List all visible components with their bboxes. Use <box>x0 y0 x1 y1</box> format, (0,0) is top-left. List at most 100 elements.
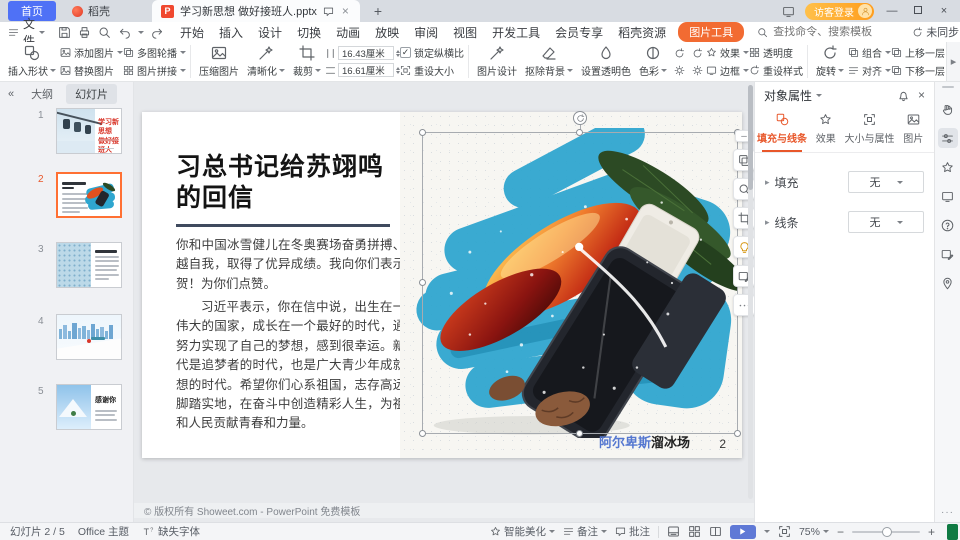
menu-slideshow[interactable]: 放映 <box>372 24 402 41</box>
slideshow-play-button[interactable] <box>730 525 756 539</box>
slide-thumbnail-1[interactable]: 学习新思想 做好接班人 <box>56 108 122 154</box>
resize-handle-bottom-right[interactable] <box>734 430 741 437</box>
command-search[interactable] <box>757 26 903 38</box>
rotate-button[interactable]: 旋转 <box>812 44 848 79</box>
new-tab-button[interactable]: + <box>374 3 382 19</box>
menu-view[interactable]: 视图 <box>450 24 480 41</box>
strip-drag-handle[interactable] <box>942 86 954 88</box>
resize-handle-bottom[interactable] <box>576 430 583 437</box>
tab-effects[interactable]: 效果 <box>807 108 845 152</box>
fill-row-label[interactable]: ▸ 填充 <box>765 174 799 191</box>
selection-pane-icon[interactable] <box>938 186 958 206</box>
picture-editor-icon[interactable] <box>938 244 958 264</box>
zoom-in-button[interactable]: + <box>928 525 935 539</box>
login-button[interactable]: 访客登录 <box>805 3 874 20</box>
print-preview-icon[interactable] <box>98 26 111 39</box>
missing-font-indicator[interactable]: 缺失字体 <box>142 524 200 539</box>
bring-forward-button[interactable]: 上移一层 <box>891 45 954 60</box>
slide-canvas[interactable]: 习总书记给苏翊鸣 的回信 你和中国冰雪健儿在冬奥赛场奋勇拼搏、超越自我，取得了优… <box>134 82 754 522</box>
line-row-label[interactable]: ▸ 线条 <box>765 214 799 231</box>
tab-outline[interactable]: 大纲 <box>22 84 62 104</box>
fill-select[interactable]: 无 <box>848 171 924 193</box>
scrollbar-thumb[interactable] <box>748 85 753 190</box>
carousel-button[interactable]: 多图轮播 <box>123 45 186 60</box>
effects-gallery-icon[interactable] <box>938 157 958 177</box>
effects-button[interactable]: 效果 <box>706 45 749 60</box>
resize-handle-left[interactable] <box>419 279 426 286</box>
tab-picture[interactable]: 图片 <box>895 108 933 152</box>
undo-caret[interactable] <box>138 31 144 34</box>
canvas-scrollbar[interactable] <box>748 85 753 499</box>
fit-slide-icon[interactable] <box>778 525 791 538</box>
menu-insert[interactable]: 插入 <box>216 24 246 41</box>
smart-assistant-icon[interactable] <box>938 99 958 119</box>
add-picture-button[interactable]: 添加图片 <box>60 45 123 60</box>
menu-animation[interactable]: 动画 <box>333 24 363 41</box>
maximize-button[interactable] <box>910 5 926 17</box>
resize-handle-bottom-left[interactable] <box>419 430 426 437</box>
crop-button[interactable]: 裁剪 <box>289 44 325 79</box>
tab-fill-and-line[interactable]: 填充与线条 <box>757 108 807 152</box>
close-window-button[interactable]: × <box>936 5 952 17</box>
line-select[interactable]: 无 <box>848 211 924 233</box>
play-options-caret[interactable] <box>764 530 770 533</box>
smart-beautify-button[interactable]: 智能美化 <box>490 524 555 539</box>
print-icon[interactable] <box>78 26 91 39</box>
ribbon-expand-button[interactable]: ▸ <box>946 42 960 81</box>
reset-size-button[interactable]: 重设大小 <box>400 63 464 78</box>
remove-background-button[interactable]: 抠除背景 <box>521 44 577 79</box>
picture-selection-box[interactable] <box>422 132 738 434</box>
save-icon[interactable] <box>58 26 71 39</box>
height-input[interactable] <box>338 63 394 77</box>
reset-style-button[interactable]: 重设样式 <box>749 63 803 78</box>
brightness-down-button[interactable] <box>689 62 706 78</box>
resize-handle-top-left[interactable] <box>419 129 426 136</box>
zoom-slider-knob[interactable] <box>882 527 892 537</box>
slide-thumbnail-2-selected[interactable] <box>56 172 122 218</box>
tab-slides[interactable]: 幻灯片 <box>66 84 117 104</box>
menu-design[interactable]: 设计 <box>255 24 285 41</box>
workspace-layout-icon[interactable] <box>782 5 795 18</box>
lock-aspect-ratio-checkbox[interactable]: ✓锁定纵横比 <box>400 45 464 60</box>
slide-sorter-view-icon[interactable] <box>688 525 701 538</box>
zoom-out-button[interactable]: − <box>837 525 844 539</box>
set-transparent-color-button[interactable]: 设置透明色 <box>577 44 635 79</box>
location-pin-icon[interactable] <box>938 273 958 293</box>
brightness-up-button[interactable] <box>671 62 688 78</box>
insert-shape-button[interactable]: 插入形状 <box>4 44 60 79</box>
tab-size-properties[interactable]: 大小与属性 <box>845 108 895 152</box>
undo-icon[interactable] <box>118 26 131 39</box>
menu-docer-resources[interactable]: 稻壳资源 <box>615 24 669 41</box>
slide-paragraph-2[interactable]: 习近平表示，你在信中说，出生在一个伟大的国家，成长在一个最好的时代，通过努力实现… <box>176 298 418 434</box>
align-button[interactable]: 对齐 <box>848 63 891 78</box>
object-properties-icon[interactable] <box>938 128 958 148</box>
menu-transition[interactable]: 切换 <box>294 24 324 41</box>
slide-thumbnail-4[interactable] <box>56 314 122 360</box>
minimize-button[interactable]: — <box>884 5 900 17</box>
width-input[interactable] <box>338 46 394 60</box>
sync-status[interactable]: 未同步 <box>912 24 959 40</box>
replace-picture-button[interactable]: 替换图片 <box>60 63 123 78</box>
docer-tab[interactable]: 稻壳 <box>64 1 118 21</box>
normal-view-icon[interactable] <box>667 525 680 538</box>
close-panel-icon[interactable]: × <box>918 88 925 102</box>
bell-icon[interactable] <box>897 89 910 102</box>
slide-title[interactable]: 习总书记给苏翊鸣 的回信 <box>176 152 384 215</box>
color-button[interactable]: 色彩 <box>635 44 671 79</box>
reading-view-icon[interactable] <box>709 525 722 538</box>
comments-button[interactable]: 批注 <box>615 524 650 539</box>
contrast-down-button[interactable] <box>689 45 706 61</box>
group-button[interactable]: 组合 <box>848 45 891 60</box>
comment-bubble-icon[interactable] <box>323 6 334 17</box>
redo-icon[interactable] <box>151 26 164 39</box>
strip-more-icon[interactable]: ··· <box>941 507 954 518</box>
slide-thumbnail-3[interactable] <box>56 242 122 288</box>
stitch-button[interactable]: 图片拼接 <box>123 63 186 78</box>
zoom-slider[interactable] <box>852 531 920 533</box>
slide-thumbnail-5[interactable]: 感谢你 <box>56 384 122 430</box>
search-input[interactable] <box>773 26 903 38</box>
clarity-button[interactable]: 清晰化 <box>243 44 289 79</box>
slide-paragraph-1[interactable]: 你和中国冰雪健儿在冬奥赛场奋勇拼搏、超越自我，取得了优异成绩。我向你们表示祝贺！… <box>176 236 418 294</box>
picture-tools-tab[interactable]: 图片工具 <box>678 22 744 42</box>
zoom-level[interactable]: 75% <box>799 526 829 538</box>
